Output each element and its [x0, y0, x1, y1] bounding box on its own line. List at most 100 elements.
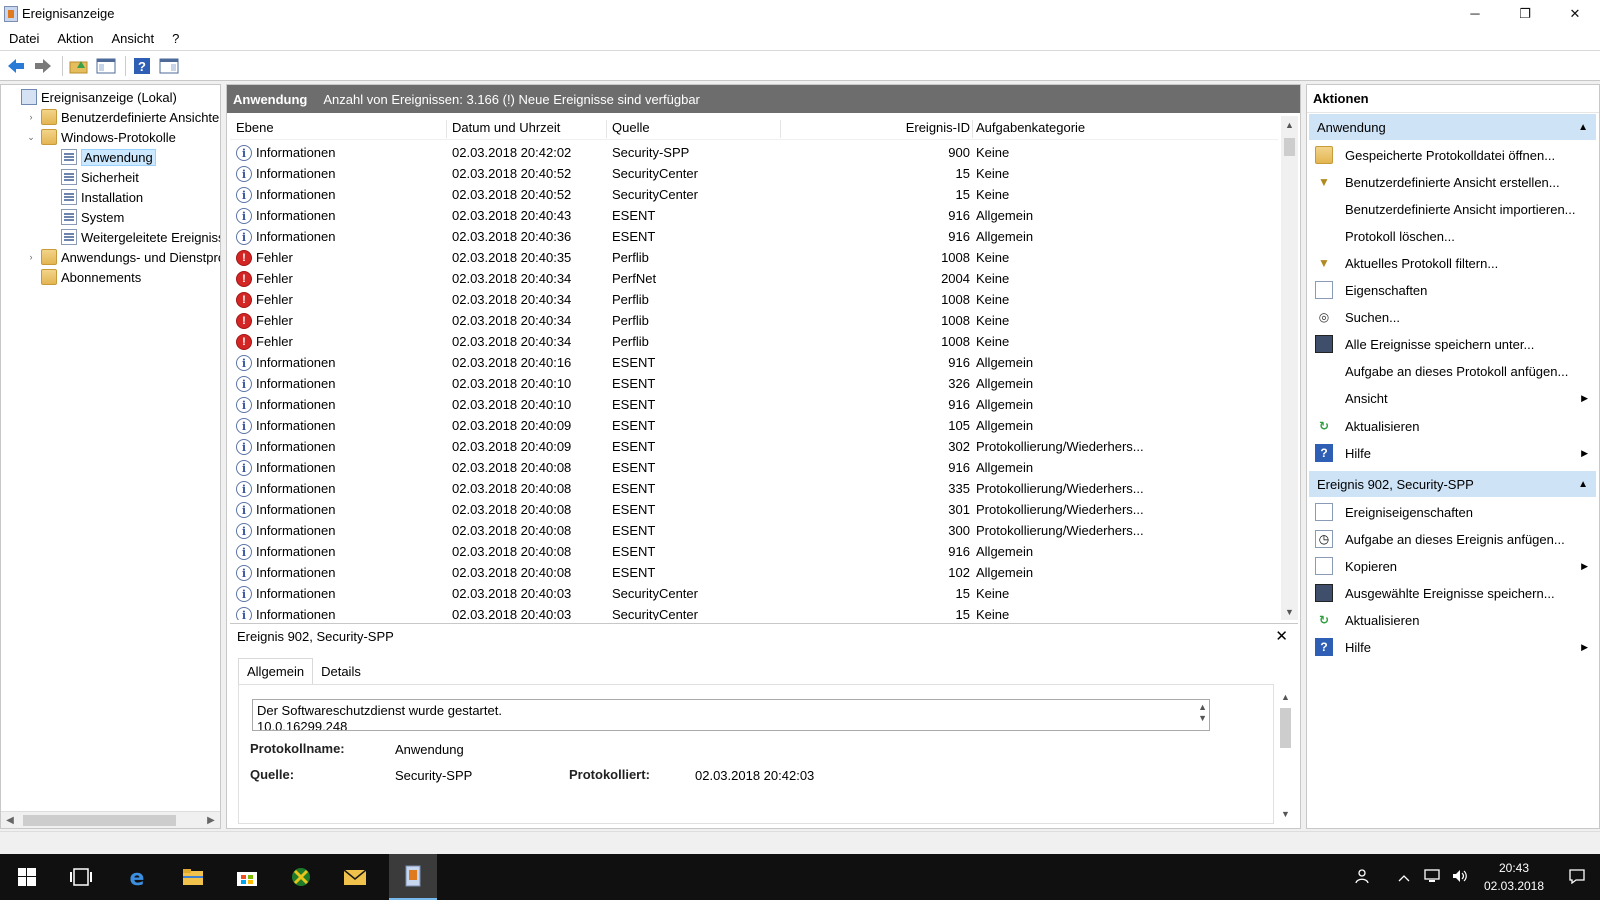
- action-item[interactable]: Benutzerdefinierte Ansicht importieren..…: [1309, 196, 1596, 222]
- show-hide-console-tree-icon[interactable]: [94, 54, 118, 78]
- close-icon[interactable]: ✕: [1275, 627, 1288, 645]
- close-button[interactable]: ✕: [1550, 0, 1600, 27]
- chevron-right-icon[interactable]: ›: [25, 112, 37, 122]
- grid-vertical-scrollbar[interactable]: ▲ ▼: [1281, 116, 1298, 620]
- scrollbar-thumb[interactable]: [23, 815, 176, 826]
- store-icon[interactable]: [223, 854, 271, 900]
- action-item[interactable]: Ansicht ▶: [1309, 385, 1596, 411]
- menu-datei[interactable]: Datei: [0, 31, 48, 46]
- column-divider[interactable]: [972, 120, 973, 138]
- action-item[interactable]: Ausgewählte Ereignisse speichern...: [1309, 580, 1596, 606]
- scroll-down-icon[interactable]: ▼: [1277, 805, 1294, 822]
- tree-item[interactable]: Anwendung: [45, 147, 156, 167]
- help-icon[interactable]: ?: [130, 54, 154, 78]
- action-item[interactable]: Alle Ereignisse speichern unter...: [1309, 331, 1596, 357]
- clock[interactable]: 20:43 02.03.2018: [1474, 859, 1554, 895]
- menu-ansicht[interactable]: Ansicht: [103, 31, 164, 46]
- action-item[interactable]: ▼ Aktuelles Protokoll filtern...: [1309, 250, 1596, 276]
- table-row[interactable]: ! Fehler 02.03.2018 20:40:34 Perflib 1008 Kei…: [230, 289, 1278, 310]
- scroll-up-icon[interactable]: ▲: [1277, 688, 1294, 705]
- xbox-icon[interactable]: [277, 854, 325, 900]
- table-row[interactable]: i Informationen 02.03.2018 20:40:03 Securit…: [230, 583, 1278, 604]
- tree-item[interactable]: Installation: [45, 187, 143, 207]
- tree-item[interactable]: › Anwendungs- und Dienstprotokolle: [25, 247, 220, 267]
- table-row[interactable]: i Informationen 02.03.2018 20:40:08 ESENT 91…: [230, 457, 1278, 478]
- scrollbar-thumb[interactable]: [1284, 138, 1295, 156]
- scroll-right-icon[interactable]: ▶: [202, 812, 220, 828]
- mail-icon[interactable]: [331, 854, 379, 900]
- chevron-down-icon[interactable]: ⌄: [25, 132, 37, 143]
- tree-item[interactable]: Sicherheit: [45, 167, 139, 187]
- up-folder-icon[interactable]: [67, 54, 91, 78]
- detail-vertical-scrollbar[interactable]: ▲ ▼: [1277, 688, 1294, 822]
- column-header-source[interactable]: Quelle: [612, 120, 782, 135]
- description-scroll-icon[interactable]: ▲ ▼: [1198, 702, 1207, 724]
- tree-item[interactable]: › Benutzerdefinierte Ansichten: [25, 107, 220, 127]
- scrollbar-thumb[interactable]: [1280, 708, 1291, 748]
- table-row[interactable]: i Informationen 02.03.2018 20:42:02 Securit…: [230, 142, 1278, 163]
- table-row[interactable]: i Informationen 02.03.2018 20:40:09 ESENT 10…: [230, 415, 1278, 436]
- collapse-icon[interactable]: ▲: [1578, 122, 1588, 133]
- table-row[interactable]: i Informationen 02.03.2018 20:40:52 Securit…: [230, 184, 1278, 205]
- table-row[interactable]: ! Fehler 02.03.2018 20:40:34 PerfNet 2004 Kei…: [230, 268, 1278, 289]
- collapse-icon[interactable]: ▲: [1578, 479, 1588, 490]
- minimize-button[interactable]: ─: [1450, 0, 1500, 27]
- action-item[interactable]: ◎ Suchen...: [1309, 304, 1596, 330]
- action-item[interactable]: ↻ Aktualisieren: [1309, 607, 1596, 633]
- edge-icon[interactable]: e: [113, 854, 161, 900]
- action-item[interactable]: ? Hilfe ▶: [1309, 440, 1596, 466]
- column-divider[interactable]: [446, 120, 447, 138]
- table-row[interactable]: i Informationen 02.03.2018 20:40:43 ESENT 91…: [230, 205, 1278, 226]
- column-header-level[interactable]: Ebene: [236, 120, 446, 135]
- tree-item[interactable]: Abonnements: [25, 267, 141, 287]
- menu-help[interactable]: ?: [163, 31, 188, 46]
- file-explorer-icon[interactable]: [169, 854, 217, 900]
- action-item[interactable]: Aufgabe an dieses Protokoll anfügen...: [1309, 358, 1596, 384]
- action-item[interactable]: ↻ Aktualisieren: [1309, 413, 1596, 439]
- tree-item[interactable]: System: [45, 207, 124, 227]
- table-row[interactable]: i Informationen 02.03.2018 20:40:08 ESENT 30…: [230, 520, 1278, 541]
- show-hide-action-pane-icon[interactable]: [157, 54, 181, 78]
- start-icon[interactable]: [3, 854, 51, 900]
- table-row[interactable]: i Informationen 02.03.2018 20:40:03 Securit…: [230, 604, 1278, 620]
- tree-item[interactable]: Ereignisanzeige (Lokal): [5, 87, 177, 107]
- event-description[interactable]: Der Softwareschutzdienst wurde gestartet…: [252, 699, 1210, 731]
- volume-icon[interactable]: [1446, 868, 1474, 887]
- forward-icon[interactable]: [31, 54, 55, 78]
- back-icon[interactable]: [4, 54, 28, 78]
- scroll-down-icon[interactable]: ▼: [1281, 603, 1298, 620]
- tab-details[interactable]: Details: [313, 658, 369, 684]
- table-row[interactable]: i Informationen 02.03.2018 20:40:36 ESENT 91…: [230, 226, 1278, 247]
- chevron-right-icon[interactable]: ›: [25, 252, 37, 262]
- network-icon[interactable]: [1418, 868, 1446, 887]
- event-viewer-icon[interactable]: [389, 854, 437, 900]
- menu-aktion[interactable]: Aktion: [48, 31, 102, 46]
- action-center-icon[interactable]: [1554, 868, 1600, 887]
- table-row[interactable]: i Informationen 02.03.2018 20:40:10 ESENT 91…: [230, 394, 1278, 415]
- tree-item[interactable]: Weitergeleitete Ereignisse: [45, 227, 220, 247]
- action-item[interactable]: ? Hilfe ▶: [1309, 634, 1596, 660]
- table-row[interactable]: ! Fehler 02.03.2018 20:40:35 Perflib 1008 Kei…: [230, 247, 1278, 268]
- column-header-event-id[interactable]: Ereignis-ID: [870, 120, 970, 135]
- scroll-up-icon[interactable]: ▲: [1281, 116, 1298, 133]
- column-header-date[interactable]: Datum und Uhrzeit: [452, 120, 612, 135]
- table-row[interactable]: i Informationen 02.03.2018 20:40:16 ESENT 91…: [230, 352, 1278, 373]
- table-row[interactable]: i Informationen 02.03.2018 20:40:10 ESENT 32…: [230, 373, 1278, 394]
- chevron-up-icon[interactable]: [1390, 870, 1418, 885]
- action-item[interactable]: Kopieren ▶: [1309, 553, 1596, 579]
- column-divider[interactable]: [606, 120, 607, 138]
- action-item[interactable]: Eigenschaften: [1309, 277, 1596, 303]
- table-row[interactable]: i Informationen 02.03.2018 20:40:08 ESENT 33…: [230, 478, 1278, 499]
- action-item[interactable]: Protokoll löschen...: [1309, 223, 1596, 249]
- column-header-task-category[interactable]: Aufgabenkategorie: [976, 120, 1176, 135]
- table-row[interactable]: ! Fehler 02.03.2018 20:40:34 Perflib 1008 Kei…: [230, 331, 1278, 352]
- table-row[interactable]: i Informationen 02.03.2018 20:40:09 ESENT 30…: [230, 436, 1278, 457]
- action-item[interactable]: Gespeicherte Protokolldatei öffnen...: [1309, 142, 1596, 168]
- tab-allgemein[interactable]: Allgemein: [238, 658, 314, 684]
- task-view-icon[interactable]: [57, 854, 105, 900]
- people-icon[interactable]: [1348, 868, 1376, 887]
- table-row[interactable]: i Informationen 02.03.2018 20:40:08 ESENT 91…: [230, 541, 1278, 562]
- action-item[interactable]: ◷ Aufgabe an dieses Ereignis anfügen...: [1309, 526, 1596, 552]
- restore-button[interactable]: ❐: [1500, 0, 1550, 27]
- actions-section-header[interactable]: Ereignis 902, Security-SPP ▲: [1309, 471, 1596, 497]
